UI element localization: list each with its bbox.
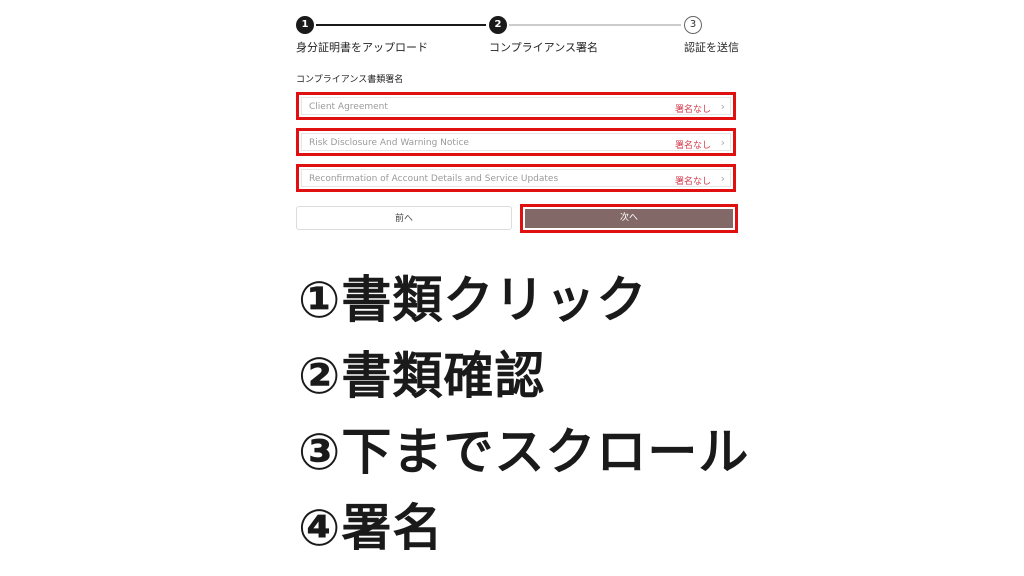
chevron-right-icon: › xyxy=(720,136,725,149)
next-button[interactable]: 次へ xyxy=(520,204,738,233)
next-button-label: 次へ xyxy=(525,209,733,228)
chevron-right-icon: › xyxy=(720,100,725,113)
document-name: Risk Disclosure And Warning Notice xyxy=(309,138,469,148)
section-title: コンプライアンス書類署名 xyxy=(296,75,404,85)
step-1-label: 身分証明書をアップロード xyxy=(296,41,428,54)
step-connector-2 xyxy=(509,24,681,26)
instruction-list: ①書類クリック ②書類確認 ③下までスクロール ④署名 xyxy=(298,262,749,566)
signature-status: 署名なし xyxy=(674,141,711,151)
document-name: Client Agreement xyxy=(309,102,388,112)
document-row-client-agreement[interactable]: Client Agreement 署名なし › xyxy=(296,92,736,120)
step-3-circle: 3 xyxy=(684,16,702,34)
previous-button[interactable]: 前へ xyxy=(296,206,512,230)
step-2-label: コンプライアンス署名 xyxy=(489,41,599,54)
document-row-reconfirmation[interactable]: Reconfirmation of Account Details and Se… xyxy=(296,164,736,192)
document-row-risk-disclosure[interactable]: Risk Disclosure And Warning Notice 署名なし … xyxy=(296,128,736,156)
document-name: Reconfirmation of Account Details and Se… xyxy=(309,174,559,184)
instruction-step-1: ①書類クリック xyxy=(298,271,648,329)
step-3-label: 認証を送信 xyxy=(684,41,739,54)
step-1-circle: 1 xyxy=(296,16,314,34)
instruction-step-3: ③下までスクロール xyxy=(298,423,750,481)
chevron-right-icon: › xyxy=(720,172,725,185)
step-2-circle: 2 xyxy=(489,16,507,34)
instruction-step-4: ④署名 xyxy=(298,499,444,557)
signature-status: 署名なし xyxy=(674,177,711,187)
page: 1 2 3 身分証明書をアップロード コンプライアンス署名 認証を送信 コンプラ… xyxy=(0,0,1024,576)
step-connector-1 xyxy=(316,24,486,26)
progress-stepper: 1 2 3 身分証明書をアップロード コンプライアンス署名 認証を送信 xyxy=(296,16,740,56)
signature-status: 署名なし xyxy=(674,105,711,115)
instruction-step-2: ②書類確認 xyxy=(298,347,546,405)
